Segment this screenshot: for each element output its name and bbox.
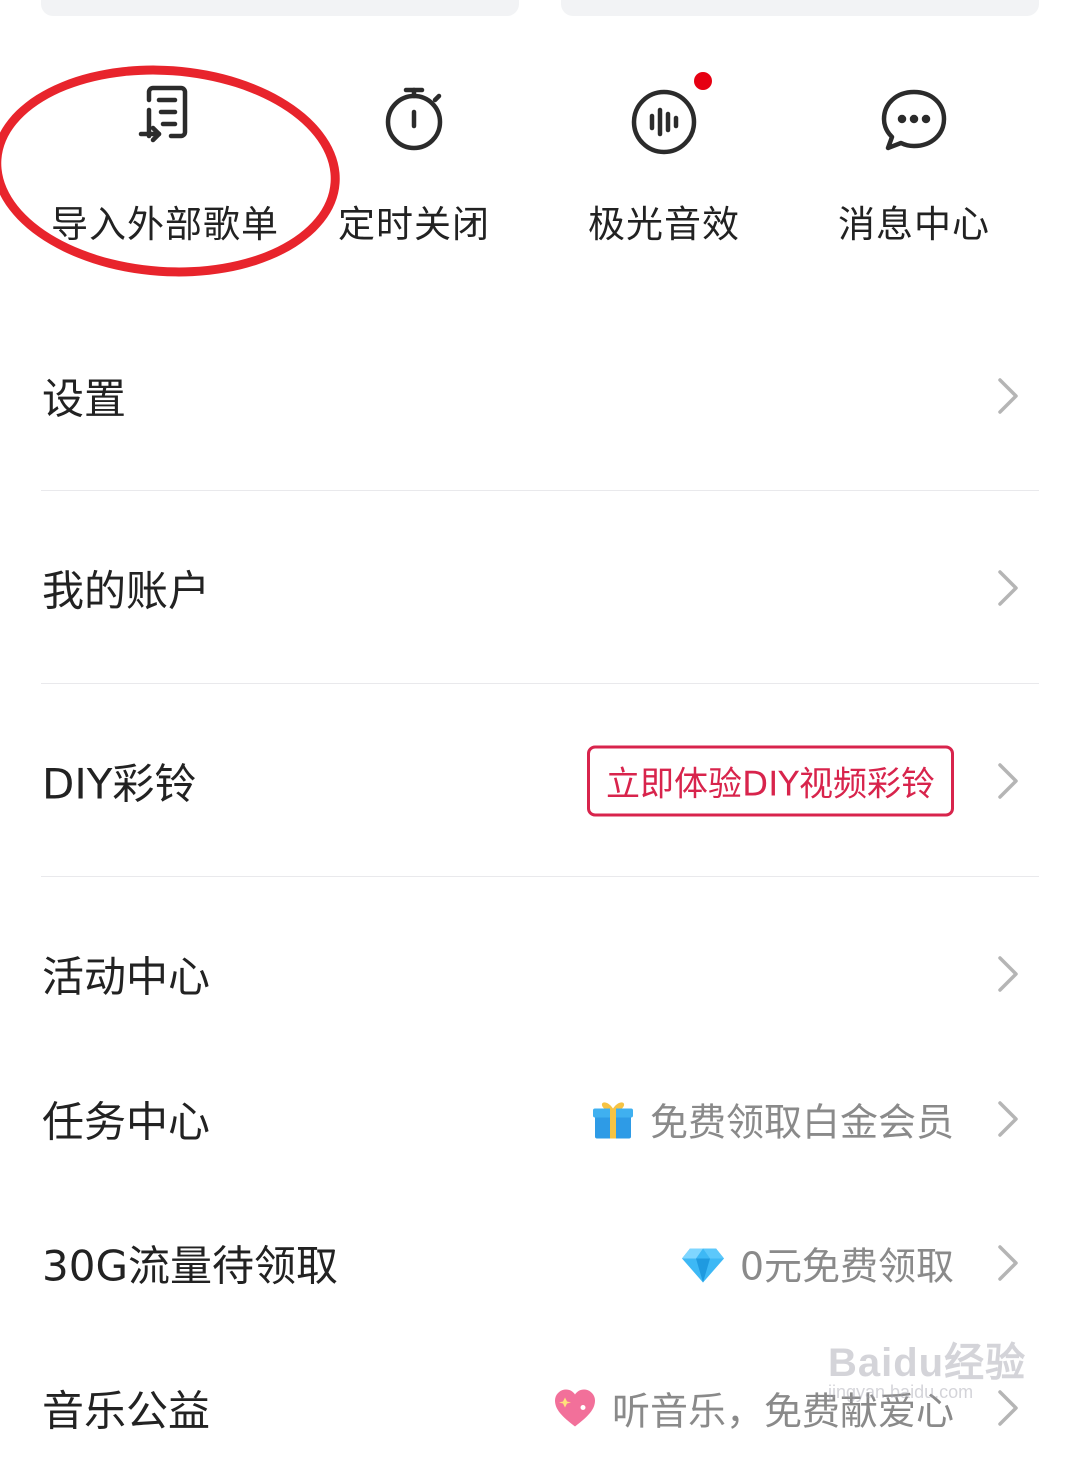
divider — [41, 683, 1039, 684]
menu-hint-text: 0元免费领取 — [739, 1244, 954, 1289]
timer-icon — [374, 78, 454, 158]
menu-row-free-data[interactable]: 30G流量待领取 0元免费领取 — [0, 1213, 1080, 1313]
top-card-right[interactable] — [561, 0, 1039, 16]
menu-hint: 免费领取白金会员 — [590, 1092, 954, 1147]
chevron-right-icon — [992, 761, 1022, 801]
heart-icon — [554, 1389, 595, 1426]
chevron-right-icon — [992, 1099, 1022, 1139]
menu-row-activity-center[interactable]: 活动中心 — [0, 924, 1080, 1024]
quick-action-label: 消息中心 — [838, 203, 990, 246]
notification-dot — [694, 72, 712, 90]
watermark: Baidu经验 jingyan.baidu.com — [828, 1330, 1028, 1410]
menu-row-task-center[interactable]: 任务中心 免费领取白金会员 — [0, 1069, 1080, 1169]
sound-effect-icon — [624, 72, 712, 158]
quick-action-sound-effect[interactable]: 极光音效 — [539, 72, 789, 258]
message-icon — [874, 78, 954, 158]
menu-label: 活动中心 — [42, 952, 211, 1002]
menu-label: DIY彩铃 — [42, 759, 197, 809]
chevron-right-icon — [992, 954, 1022, 994]
menu-row-account[interactable]: 我的账户 — [0, 538, 1080, 638]
divider — [41, 490, 1039, 491]
watermark-url: jingyan.baidu.com — [828, 1382, 974, 1402]
quick-action-messages[interactable]: 消息中心 — [789, 78, 1039, 258]
chevron-right-icon — [992, 568, 1022, 608]
diamond-icon — [681, 1248, 724, 1282]
gift-icon — [592, 1101, 633, 1138]
menu-label: 音乐公益 — [42, 1386, 211, 1436]
menu-label: 30G流量待领取 — [42, 1241, 338, 1291]
menu-label: 任务中心 — [42, 1097, 211, 1147]
menu-hint-text: 免费领取白金会员 — [649, 1100, 954, 1145]
chevron-right-icon — [992, 376, 1022, 416]
quick-action-label: 极光音效 — [588, 203, 740, 246]
diy-video-ringtone-badge[interactable]: 立即体验DIY视频彩铃 — [587, 745, 954, 817]
menu-label: 我的账户 — [42, 566, 211, 616]
menu-row-diy-ringtone[interactable]: DIY彩铃 立即体验DIY视频彩铃 — [0, 731, 1080, 831]
menu-label: 设置 — [42, 374, 127, 424]
chevron-right-icon — [992, 1243, 1022, 1283]
menu-row-settings[interactable]: 设置 — [0, 346, 1080, 446]
divider — [41, 876, 1039, 877]
quick-action-label: 定时关闭 — [338, 203, 490, 246]
menu-hint: 0元免费领取 — [680, 1236, 954, 1291]
watermark-brand: Baidu经验 — [828, 1341, 1027, 1385]
top-card-left[interactable] — [41, 0, 519, 16]
